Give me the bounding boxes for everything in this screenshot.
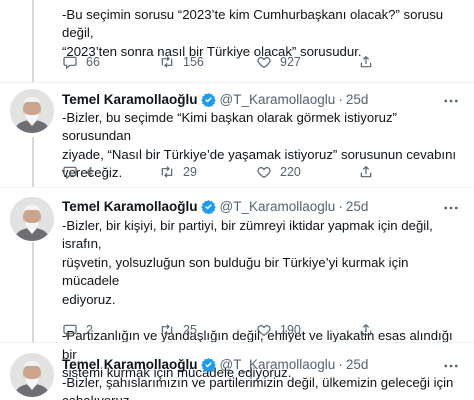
- like-count: 190: [280, 323, 301, 337]
- author-handle[interactable]: @T_Karamollaoglu: [220, 357, 336, 372]
- share-icon: [360, 165, 372, 178]
- like-button[interactable]: 927: [256, 54, 358, 70]
- retweet-button[interactable]: 25: [159, 322, 256, 338]
- tweet-0[interactable]: -Bu seçimin sorusu “2023’te kim Cumhurba…: [0, 0, 474, 82]
- heart-icon: [257, 57, 271, 69]
- tweet-text: -Bu seçimin sorusu “2023’te kim Cumhurba…: [62, 7, 444, 59]
- thread-line: [32, 242, 34, 342]
- tweet-2[interactable]: Temel Karamollaoğlu @T_Karamollaoglu · 2…: [0, 188, 474, 380]
- tweet-header: Temel Karamollaoğlu @T_Karamollaoglu · 2…: [62, 92, 368, 107]
- tweet-timeline: -Bu seçimin sorusu “2023’te kim Cumhurba…: [0, 0, 474, 400]
- author-name[interactable]: Temel Karamollaoğlu: [62, 357, 198, 372]
- reply-button[interactable]: 2: [62, 322, 159, 338]
- author-handle[interactable]: @T_Karamollaoglu: [220, 92, 336, 107]
- thread-line: [32, 0, 34, 82]
- retweet-icon: [161, 166, 173, 178]
- retweet-button[interactable]: 29: [159, 164, 256, 180]
- tweet-header: Temel Karamollaoğlu @T_Karamollaoglu · 2…: [62, 199, 368, 214]
- tweet-text: -Bizler, şahıslarımızın ve partilerimizi…: [62, 375, 454, 400]
- avatar-image: [10, 89, 54, 133]
- more-icon[interactable]: [442, 357, 460, 375]
- tweet-actions: 2 25 190: [62, 322, 462, 338]
- reply-count: 2: [86, 323, 93, 337]
- verified-badge-icon: [200, 199, 216, 214]
- reply-count: 66: [86, 55, 100, 69]
- reply-icon: [63, 56, 77, 70]
- share-icon: [360, 55, 372, 68]
- retweet-icon: [161, 56, 173, 68]
- thread-line: [32, 137, 34, 187]
- separator-dot: ·: [338, 92, 343, 107]
- share-button[interactable]: [358, 322, 398, 338]
- reply-count: 4: [86, 165, 93, 179]
- share-icon: [360, 323, 372, 336]
- retweet-count: 29: [183, 165, 197, 179]
- like-button[interactable]: 220: [256, 164, 358, 180]
- avatar[interactable]: [10, 197, 54, 241]
- tweet-3[interactable]: Temel Karamollaoğlu @T_Karamollaoglu · 2…: [0, 343, 474, 400]
- heart-icon: [257, 325, 271, 337]
- retweet-icon: [161, 324, 173, 336]
- author-name[interactable]: Temel Karamollaoğlu: [62, 92, 198, 107]
- like-button[interactable]: 190: [256, 322, 358, 338]
- more-icon[interactable]: [442, 199, 460, 217]
- heart-icon: [257, 167, 271, 179]
- more-icon[interactable]: [442, 92, 460, 110]
- tweet-timestamp[interactable]: 25d: [346, 357, 369, 372]
- avatar-image: [10, 353, 54, 397]
- verified-badge-icon: [200, 92, 216, 107]
- retweet-count: 25: [183, 323, 197, 337]
- retweet-button[interactable]: 156: [159, 54, 256, 70]
- like-count: 220: [280, 165, 301, 179]
- tweet-timestamp[interactable]: 25d: [346, 92, 369, 107]
- retweet-count: 156: [183, 55, 204, 69]
- reply-button[interactable]: 4: [62, 164, 159, 180]
- tweet-actions: 66 156 927: [62, 54, 462, 70]
- tweet-1[interactable]: Temel Karamollaoğlu @T_Karamollaoglu · 2…: [0, 83, 474, 187]
- author-handle[interactable]: @T_Karamollaoglu: [220, 199, 336, 214]
- avatar-image: [10, 197, 54, 241]
- separator-dot: ·: [338, 357, 343, 372]
- reply-button[interactable]: 66: [62, 54, 159, 70]
- author-name[interactable]: Temel Karamollaoğlu: [62, 199, 198, 214]
- like-count: 927: [280, 55, 301, 69]
- tweet-header: Temel Karamollaoğlu @T_Karamollaoglu · 2…: [62, 357, 368, 372]
- avatar[interactable]: [10, 353, 54, 397]
- share-button[interactable]: [358, 54, 398, 70]
- reply-icon: [63, 324, 77, 338]
- tweet-actions: 4 29 220: [62, 164, 462, 180]
- tweet-timestamp[interactable]: 25d: [346, 199, 369, 214]
- avatar[interactable]: [10, 89, 54, 133]
- reply-icon: [63, 166, 77, 180]
- verified-badge-icon: [200, 357, 216, 372]
- separator-dot: ·: [338, 199, 343, 214]
- share-button[interactable]: [358, 164, 398, 180]
